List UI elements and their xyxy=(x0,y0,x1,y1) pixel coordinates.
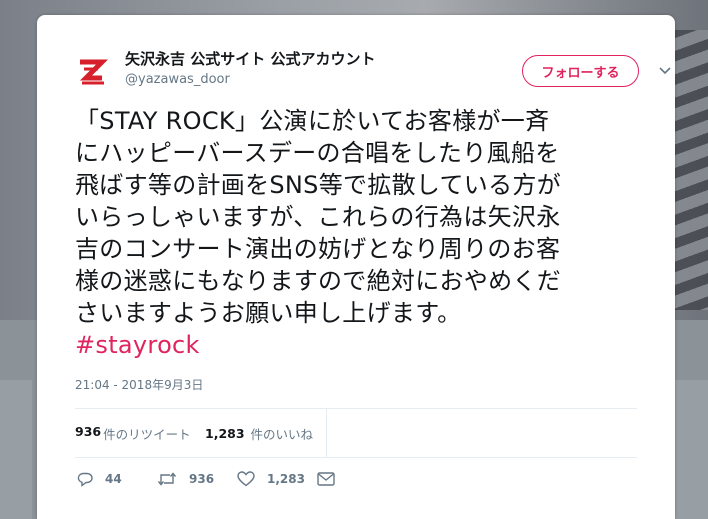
hashtag-link[interactable]: #stayrock xyxy=(75,329,645,361)
background-panel-right xyxy=(674,380,708,519)
tweet-actions: 44 936 1,283 xyxy=(75,467,375,491)
yazawa-logo-icon xyxy=(79,59,108,85)
tweet-modal: 矢沢永吉 公式サイト 公式アカウント @yazawas_door フォローする … xyxy=(37,15,675,519)
like-count: 1,283 xyxy=(267,472,305,486)
user-handle[interactable]: @yazawas_door xyxy=(125,72,230,87)
reply-count: 44 xyxy=(105,472,122,486)
retweet-stat-label: 件のリツイート xyxy=(103,426,191,442)
avatar[interactable] xyxy=(75,55,109,89)
tweet-text-line: にハッピーバースデーの合唱をしたり風船を xyxy=(75,139,560,167)
tweet-text-line: 「STAY ROCK」公演に於いてお客様が一斉 xyxy=(75,107,550,135)
reply-button[interactable]: 44 xyxy=(77,467,122,491)
like-stat[interactable]: 1,283 件のいいね xyxy=(205,409,313,457)
like-button[interactable]: 1,283 xyxy=(237,467,305,491)
tweet-text-line: 飛ばす等の計画をSNS等で拡散している方が xyxy=(75,171,562,199)
tweet-stats: 936 件のリツイート 1,283 件のいいね xyxy=(75,408,637,458)
like-stat-label: 件のいいね xyxy=(246,426,314,442)
tweet-text: 「STAY ROCK」公演に於いてお客様が一斉 にハッピーバースデーの合唱をした… xyxy=(75,105,645,361)
like-stat-count: 1,283 xyxy=(205,425,245,441)
background-panel-left xyxy=(0,380,32,519)
reply-icon xyxy=(77,472,93,487)
retweet-button[interactable]: 936 xyxy=(157,467,214,491)
tweet-text-line: いらっしゃいますが、これらの行為は矢沢永 xyxy=(75,203,561,231)
tweet-text-line: 様の迷惑にもなりますので絶対におやめくだ xyxy=(75,267,561,295)
tweet-timestamp[interactable]: 21:04 - 2018年9月3日 xyxy=(75,376,203,393)
direct-message-button[interactable] xyxy=(317,467,335,491)
heart-icon xyxy=(237,471,255,487)
tweet-text-line: 吉のコンサート演出の妨げとなり周りのお客 xyxy=(75,235,561,263)
envelope-icon xyxy=(317,472,335,486)
retweet-stat-count: 936 xyxy=(75,423,102,439)
retweet-count: 936 xyxy=(189,472,215,486)
more-options-chevron-down-icon[interactable] xyxy=(658,63,672,77)
retweet-stat-link[interactable]: 936 件のリツイート xyxy=(75,424,191,443)
retweet-icon xyxy=(157,472,177,486)
tweet-text-line: さいますようお願い申し上げます。 xyxy=(75,299,462,327)
display-name[interactable]: 矢沢永吉 公式サイト 公式アカウント xyxy=(125,48,375,69)
tweet-header: 矢沢永吉 公式サイト 公式アカウント @yazawas_door フォローする xyxy=(75,47,671,97)
follow-button[interactable]: フォローする xyxy=(522,55,639,87)
